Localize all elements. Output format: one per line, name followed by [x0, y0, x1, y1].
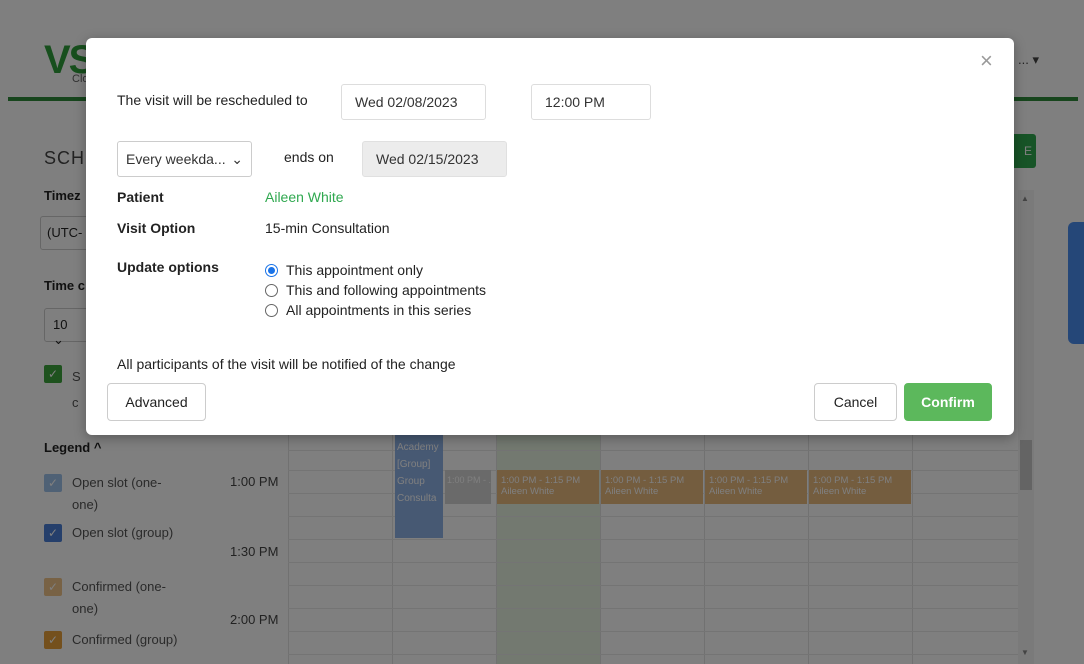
reschedule-label: The visit will be rescheduled to [117, 92, 308, 108]
date-input[interactable]: Wed 02/08/2023 [341, 84, 486, 120]
close-icon[interactable]: × [980, 50, 993, 72]
visit-option-value: 15-min Consultation [265, 220, 390, 236]
visit-option-label: Visit Option [117, 220, 196, 236]
radio-this-appointment[interactable]: This appointment only [265, 262, 423, 278]
end-date-input: Wed 02/15/2023 [362, 141, 507, 177]
radio-button[interactable] [265, 303, 278, 317]
chevron-down-icon: ⌄ [231, 151, 243, 167]
advanced-button[interactable]: Advanced [107, 383, 206, 421]
update-options-label: Update options [117, 259, 219, 275]
ends-on-label: ends on [284, 149, 334, 165]
radio-this-and-following[interactable]: This and following appointments [265, 282, 486, 298]
patient-label: Patient [117, 189, 164, 205]
notification-notice: All participants of the visit will be no… [117, 356, 456, 372]
radio-button[interactable] [265, 283, 278, 297]
radio-label: This appointment only [286, 262, 423, 278]
recurrence-select[interactable]: Every weekda... ⌄ [117, 141, 252, 177]
patient-link[interactable]: Aileen White [265, 189, 344, 205]
recurrence-value: Every weekda... [126, 151, 226, 167]
radio-label: All appointments in this series [286, 302, 472, 318]
cancel-button[interactable]: Cancel [814, 383, 897, 421]
confirm-button[interactable]: Confirm [904, 383, 992, 421]
radio-label: This and following appointments [286, 282, 487, 298]
radio-all-in-series[interactable]: All appointments in this series [265, 302, 471, 318]
radio-button[interactable] [265, 263, 278, 277]
time-input[interactable]: 12:00 PM [531, 84, 651, 120]
